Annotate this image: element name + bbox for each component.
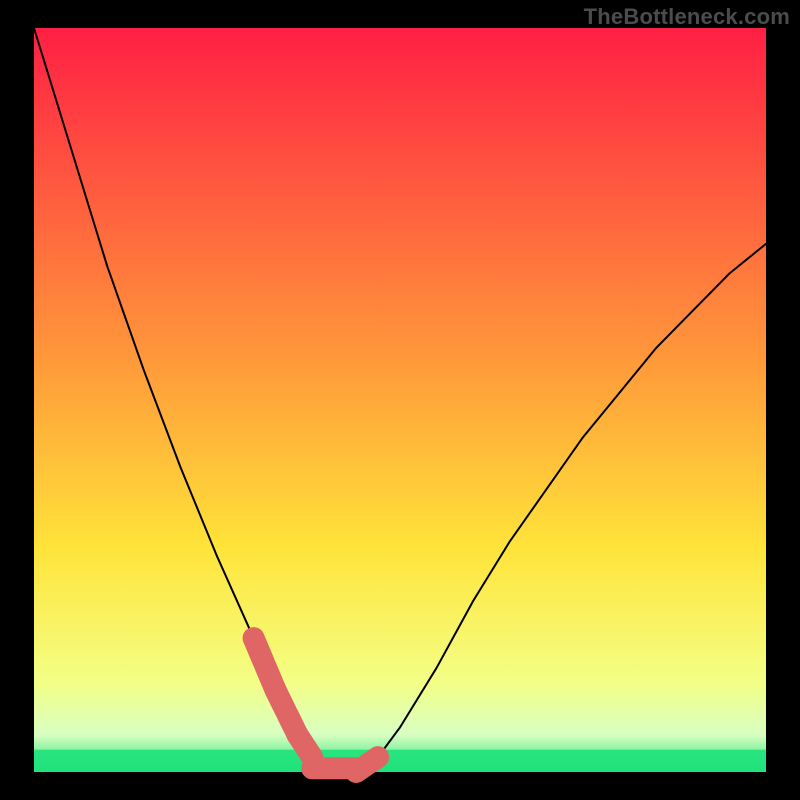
plot-background	[34, 28, 766, 772]
chart-svg	[0, 0, 800, 800]
green-band	[34, 750, 766, 772]
watermark-text: TheBottleneck.com	[584, 4, 790, 30]
chart-frame: TheBottleneck.com	[0, 0, 800, 800]
